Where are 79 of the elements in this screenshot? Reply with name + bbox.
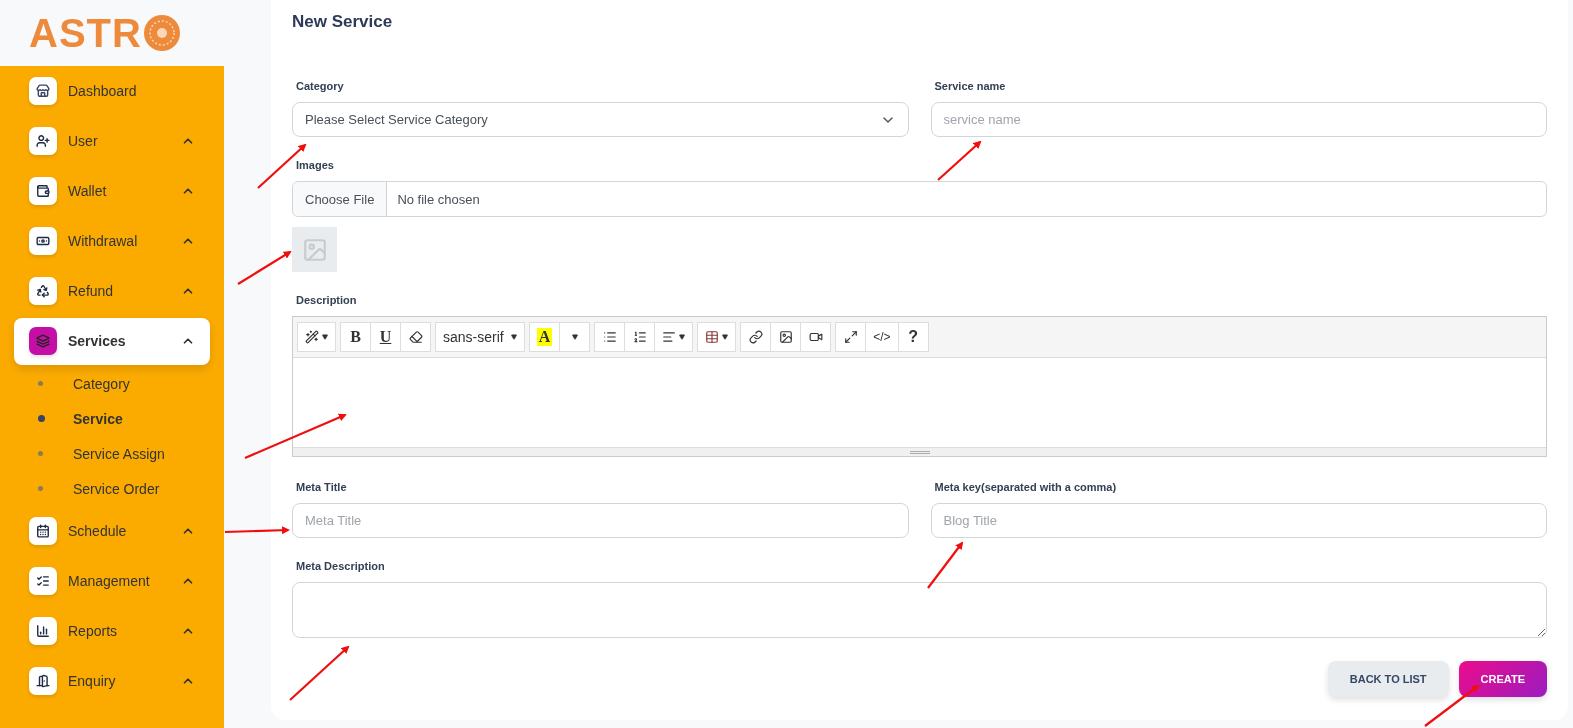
toolbar-button[interactable] bbox=[740, 322, 772, 352]
bullet-list-icon bbox=[602, 330, 617, 344]
toolbar-button[interactable]: ? bbox=[897, 322, 929, 352]
sidebar-item[interactable]: Withdrawal bbox=[14, 217, 210, 265]
link-icon bbox=[748, 330, 763, 344]
input-field[interactable]: service name bbox=[930, 102, 1547, 137]
checklist-icon bbox=[36, 574, 50, 588]
fullscreen-icon bbox=[843, 330, 858, 344]
eraser-icon bbox=[408, 330, 423, 344]
video-icon bbox=[808, 330, 823, 344]
page-title: New Service bbox=[292, 12, 394, 32]
arrow bbox=[937, 140, 982, 181]
table-icon bbox=[705, 330, 720, 344]
category-select[interactable]: Please Select Service Category bbox=[292, 102, 909, 137]
recycle-icon bbox=[36, 284, 50, 298]
field-label: Description bbox=[296, 294, 358, 306]
sidebar-item[interactable]: Reports bbox=[14, 607, 210, 655]
wheel-icon bbox=[142, 14, 181, 52]
input-field[interactable]: Meta Title bbox=[292, 503, 909, 538]
bar-chart-icon bbox=[36, 624, 50, 638]
toolbar-button[interactable]: A bbox=[528, 322, 561, 352]
sidebar-item[interactable]: Services bbox=[14, 317, 210, 365]
toolbar-button[interactable] bbox=[400, 322, 431, 352]
toolbar-button[interactable] bbox=[624, 322, 656, 352]
toolbar-button[interactable] bbox=[800, 322, 832, 352]
field-label: Meta key(separated with a comma) bbox=[934, 481, 1118, 493]
field-label: Meta Title bbox=[296, 481, 348, 493]
sidebar-item[interactable]: Wallet bbox=[14, 167, 210, 215]
toolbar-button[interactable] bbox=[654, 322, 694, 352]
sidebar-item[interactable]: Refund bbox=[14, 267, 210, 315]
create-button[interactable]: CREATE bbox=[1458, 661, 1547, 697]
rich-text-editor[interactable]: B U sans-serif A </> ? bbox=[292, 316, 1547, 457]
sidebar-item[interactable]: Schedule bbox=[14, 507, 210, 555]
toolbar-button[interactable] bbox=[835, 322, 867, 352]
toolbar-button[interactable]: </> bbox=[865, 322, 899, 352]
toolbar-button[interactable] bbox=[297, 322, 336, 352]
wallet-icon bbox=[36, 184, 50, 198]
image-placeholder bbox=[292, 227, 337, 272]
field-label: Images bbox=[296, 159, 335, 171]
magic-wand-icon bbox=[305, 330, 319, 344]
image-icon bbox=[778, 330, 793, 344]
back-button[interactable]: BACK TO LIST bbox=[1327, 661, 1449, 697]
store-icon bbox=[36, 84, 50, 98]
field-label: Meta Description bbox=[296, 560, 386, 572]
logo-text: ASTR bbox=[29, 10, 142, 56]
file-input[interactable]: Choose File No file chosen bbox=[292, 181, 1547, 217]
toolbar-button[interactable]: sans-serif bbox=[435, 322, 525, 352]
caret-icon bbox=[679, 334, 686, 340]
arrow bbox=[224, 526, 290, 535]
toolbar-button[interactable]: U bbox=[370, 322, 401, 352]
field-label: Category bbox=[296, 80, 345, 92]
input-field[interactable]: Blog Title bbox=[930, 503, 1547, 538]
door-icon bbox=[36, 674, 50, 688]
field-label: Service name bbox=[934, 80, 1007, 92]
caret-icon bbox=[571, 334, 578, 340]
toolbar-button[interactable] bbox=[770, 322, 802, 352]
submenu-item[interactable]: Service Order bbox=[14, 471, 210, 506]
arrow bbox=[927, 541, 964, 589]
sidebar-item[interactable]: Dashboard bbox=[14, 67, 210, 115]
sidebar-item[interactable]: Management bbox=[14, 557, 210, 605]
user-plus-icon bbox=[36, 134, 50, 148]
toolbar-button[interactable]: B bbox=[340, 322, 371, 352]
toolbar-button[interactable] bbox=[697, 322, 737, 352]
caret-icon bbox=[722, 334, 729, 340]
arrow bbox=[237, 250, 292, 285]
banknote-icon bbox=[36, 234, 50, 248]
caret-icon bbox=[510, 334, 517, 340]
sidebar-item[interactable]: User bbox=[14, 117, 210, 165]
submenu-item[interactable]: Service Assign bbox=[14, 436, 210, 471]
caret-icon bbox=[322, 334, 328, 340]
submenu-item[interactable]: Service bbox=[14, 401, 210, 436]
align-icon bbox=[662, 330, 677, 344]
layers-icon bbox=[36, 334, 50, 348]
numbered-list-icon bbox=[632, 330, 647, 344]
arrow bbox=[1424, 684, 1480, 727]
submenu-item[interactable]: Category bbox=[14, 366, 210, 401]
calendar-icon bbox=[36, 524, 50, 538]
sidebar-item[interactable]: Enquiry bbox=[14, 657, 210, 705]
arrow bbox=[289, 645, 350, 701]
